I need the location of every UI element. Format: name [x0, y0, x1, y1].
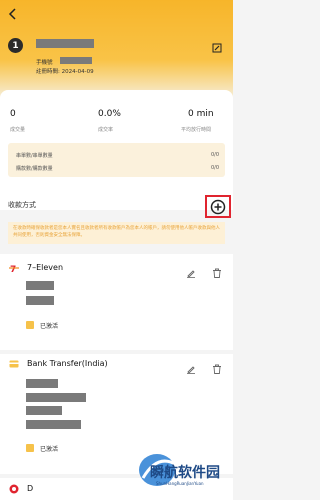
plus-circle-icon	[210, 199, 226, 215]
stat-value: 0	[10, 109, 16, 119]
stat-label: 成交率	[98, 127, 114, 133]
phone-label: 手機號	[36, 60, 53, 66]
redacted-detail	[26, 406, 62, 415]
edit-method-button[interactable]	[186, 359, 196, 374]
redacted-detail	[26, 420, 81, 429]
limit-label: 購款數/購款數量	[16, 166, 53, 172]
bank-card-icon	[9, 360, 19, 368]
edit-icon	[212, 43, 222, 53]
activated-checkbox[interactable]	[26, 321, 34, 329]
stat-label: 平均放行時間	[181, 127, 212, 133]
round-logo-icon	[9, 484, 19, 494]
activated-label: 已激活	[40, 446, 59, 453]
seven-eleven-icon: 7	[9, 263, 19, 273]
payment-method-name: D	[27, 484, 34, 493]
redacted-phone	[60, 57, 92, 64]
stat-label: 成交量	[10, 127, 26, 133]
limit-row: 串單數/串單數量 0/0	[16, 152, 219, 159]
redacted-username	[36, 39, 94, 48]
pencil-icon	[187, 270, 195, 278]
add-payment-button[interactable]	[205, 195, 231, 218]
payment-notice: 在收款時確保收款者是您本人實名且收款者所有收款帳戶為您本人的帳戶，請勿使用他人帳…	[8, 222, 225, 244]
activated-checkbox[interactable]	[26, 444, 34, 452]
redacted-detail	[26, 379, 58, 388]
activated-label: 已激活	[40, 323, 59, 330]
avatar-badge: 1	[8, 38, 23, 53]
edit-method-button[interactable]	[186, 263, 196, 278]
watermark-title: 瞬航软件园	[150, 465, 220, 481]
edit-profile-button[interactable]	[212, 38, 222, 53]
payment-method-name: Bank Transfer(India)	[27, 359, 108, 368]
redacted-detail	[26, 393, 86, 402]
chevron-left-icon	[8, 8, 16, 20]
delete-method-button[interactable]	[212, 263, 222, 278]
limits-box: 串單數/串單數量 0/0 購款數/購款數量 0/0	[8, 143, 225, 177]
register-date: 註冊時間: 2024-04-09	[36, 69, 94, 75]
watermark-subtitle: ShunHangRuanJianYuan	[156, 481, 204, 486]
payment-method-name: 7–Eleven	[27, 263, 64, 272]
redacted-detail	[26, 296, 54, 305]
stat-value: 0.0%	[98, 109, 121, 119]
pencil-icon	[187, 366, 195, 374]
delete-method-button[interactable]	[212, 359, 222, 374]
limit-row: 購款數/購款數量 0/0	[16, 165, 219, 172]
limit-value: 0/0	[210, 152, 219, 158]
stat-value: 0 min	[188, 109, 214, 119]
profile-header	[0, 0, 233, 100]
trash-icon	[213, 364, 221, 374]
trash-icon	[213, 268, 221, 278]
back-button[interactable]	[8, 8, 18, 24]
payment-section-title: 收款方式	[8, 201, 36, 209]
limit-label: 串單數/串單數量	[16, 153, 53, 159]
redacted-detail	[26, 281, 54, 290]
limit-value: 0/0	[210, 165, 219, 171]
